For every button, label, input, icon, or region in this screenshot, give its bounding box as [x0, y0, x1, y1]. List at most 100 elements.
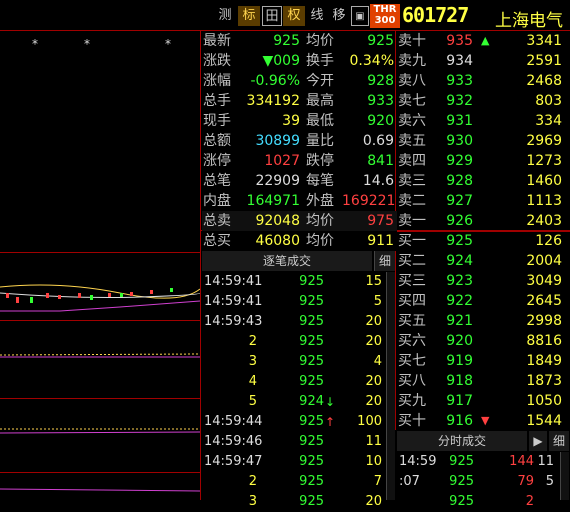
toolbar: 测 标 田 权 线 移 ▣ THR 300 601727 上海电气 — [0, 0, 570, 31]
tick-price: 925 — [299, 414, 324, 429]
quote-label: 涨停 — [203, 153, 231, 169]
tick-volume: 20 — [365, 334, 382, 349]
minute-row[interactable]: 14:59 925 144 11 — [397, 452, 570, 472]
bid-row[interactable]: 买八 918 1873 — [397, 371, 570, 391]
ticks-scrollbar[interactable] — [386, 272, 395, 500]
quote-value: 1027 — [264, 153, 300, 169]
minute-time: 14:59 — [399, 454, 437, 469]
quote-value: 92048 — [255, 213, 300, 229]
grid-button[interactable]: 田 — [262, 6, 282, 26]
quote-value: 39 — [282, 113, 300, 129]
minute-price: 925 — [449, 474, 474, 489]
tick-row[interactable]: 5 924 ↓ 20 — [202, 392, 385, 412]
tick-volume: 4 — [373, 354, 382, 369]
order-volume: 3049 — [526, 273, 562, 289]
bid-row[interactable]: 买三 923 3049 — [397, 271, 570, 291]
bid-row[interactable]: 买二 924 2004 — [397, 251, 570, 271]
stock-code: 601727 — [402, 3, 469, 27]
bid-row[interactable]: 买一 925 126 — [397, 231, 570, 251]
quote-label: 总买 — [203, 233, 231, 249]
measure-button[interactable]: 测 — [213, 6, 237, 26]
chart-area[interactable]: * * * — [0, 31, 200, 500]
order-volume: 2645 — [526, 293, 562, 309]
tick-time: 5 — [248, 394, 257, 409]
ask-row[interactable]: 卖四 929 1273 — [397, 151, 570, 171]
tick-row[interactable]: 14:59:41 925 5 — [202, 292, 385, 312]
quote-label: 总手 — [203, 93, 231, 109]
tick-row[interactable]: 14:59:43 925 20 — [202, 312, 385, 332]
minute-price: 925 — [449, 494, 474, 509]
minute-header[interactable]: 分时成交 — [397, 431, 527, 451]
tick-row[interactable]: 3 925 4 — [202, 352, 385, 372]
order-volume: 2969 — [526, 133, 562, 149]
bid-row[interactable]: 买十 916 ▼ 1544 — [397, 411, 570, 431]
tick-row[interactable]: 14:59:46 925 11 — [202, 432, 385, 452]
ticks-detail-button[interactable]: 细 — [374, 251, 395, 271]
ask-row[interactable]: 卖二 927 1113 — [397, 191, 570, 211]
tick-row[interactable]: 4 925 20 — [202, 372, 385, 392]
quote-label: 换手 — [306, 53, 334, 69]
tick-row[interactable]: 14:59:41 925 15 — [202, 272, 385, 292]
minute-row[interactable]: :07 925 79 5 — [397, 472, 570, 492]
order-price: 916 — [446, 413, 473, 429]
minute-time: :07 — [399, 474, 420, 489]
quote-value: ▼009 — [262, 53, 301, 69]
order-price: 925 — [446, 233, 473, 249]
ask-row[interactable]: 卖五 930 2969 — [397, 131, 570, 151]
tick-row[interactable]: 3 925 20 — [202, 492, 385, 512]
ask-row[interactable]: 卖一 926 2403 — [397, 211, 570, 231]
play-icon[interactable]: ▶ — [529, 431, 547, 451]
mark-button[interactable]: 标 — [238, 6, 260, 26]
ask-row[interactable]: 卖六 931 334 — [397, 111, 570, 131]
up-arrow-icon: ▲ — [481, 34, 490, 47]
quote-label: 量比 — [306, 133, 334, 149]
ask-row[interactable]: 卖十 935 ▲ 3341 — [397, 31, 570, 51]
bid-row[interactable]: 买四 922 2645 — [397, 291, 570, 311]
tick-row[interactable]: 2 925 20 — [202, 332, 385, 352]
tick-row[interactable]: 14:59:47 925 10 — [202, 452, 385, 472]
minute-price: 925 — [449, 454, 474, 469]
order-label: 卖十 — [398, 33, 426, 49]
quote-row: 总额 30899 量比 0.69 — [202, 131, 397, 151]
ask-row[interactable]: 卖三 928 1460 — [397, 171, 570, 191]
bid-row[interactable]: 买九 917 1050 — [397, 391, 570, 411]
ask-row[interactable]: 卖七 932 803 — [397, 91, 570, 111]
order-price: 927 — [446, 193, 473, 209]
tick-price: 925 — [299, 274, 324, 289]
bid-row[interactable]: 买六 920 8816 — [397, 331, 570, 351]
minute-row[interactable]: 925 2 — [397, 492, 570, 512]
ask-row[interactable]: 卖九 934 2591 — [397, 51, 570, 71]
line-button[interactable]: 线 — [306, 6, 328, 26]
bid-row[interactable]: 买五 921 2998 — [397, 311, 570, 331]
bid-row[interactable]: 买七 919 1849 — [397, 351, 570, 371]
kline-chart — [0, 284, 200, 492]
tick-volume: 100 — [357, 414, 382, 429]
order-volume: 2591 — [526, 53, 562, 69]
order-price: 926 — [446, 213, 473, 229]
divider — [200, 30, 201, 500]
quote-row: 涨幅 -0.96% 今开 928 — [202, 71, 397, 91]
minute-detail-button[interactable]: 细 — [549, 431, 569, 451]
order-label: 买十 — [398, 413, 426, 429]
order-price: 923 — [446, 273, 473, 289]
order-label: 卖四 — [398, 153, 426, 169]
quote-label: 跌停 — [306, 153, 334, 169]
tick-row[interactable]: 2 925 7 — [202, 472, 385, 492]
tick-row[interactable]: 14:59:44 925 ↑ 100 — [202, 412, 385, 432]
quote-label: 最新 — [203, 33, 231, 49]
ticks-header[interactable]: 逐笔成交 — [202, 251, 372, 271]
ask-row[interactable]: 卖八 933 2468 — [397, 71, 570, 91]
quote-label: 涨跌 — [203, 53, 231, 69]
rights-button[interactable]: 权 — [283, 6, 305, 26]
quote-value: 164971 — [246, 193, 300, 209]
order-price: 919 — [446, 353, 473, 369]
order-volume: 1460 — [526, 173, 562, 189]
window-icon[interactable]: ▣ — [351, 6, 369, 26]
index-badge[interactable]: THR 300 — [370, 4, 400, 28]
order-price: 931 — [446, 113, 473, 129]
up-arrow-icon: ↑ — [325, 415, 336, 429]
quote-value: 841 — [367, 153, 394, 169]
order-price: 929 — [446, 153, 473, 169]
minute-scrollbar[interactable] — [560, 452, 569, 500]
move-button[interactable]: 移 — [329, 6, 349, 26]
